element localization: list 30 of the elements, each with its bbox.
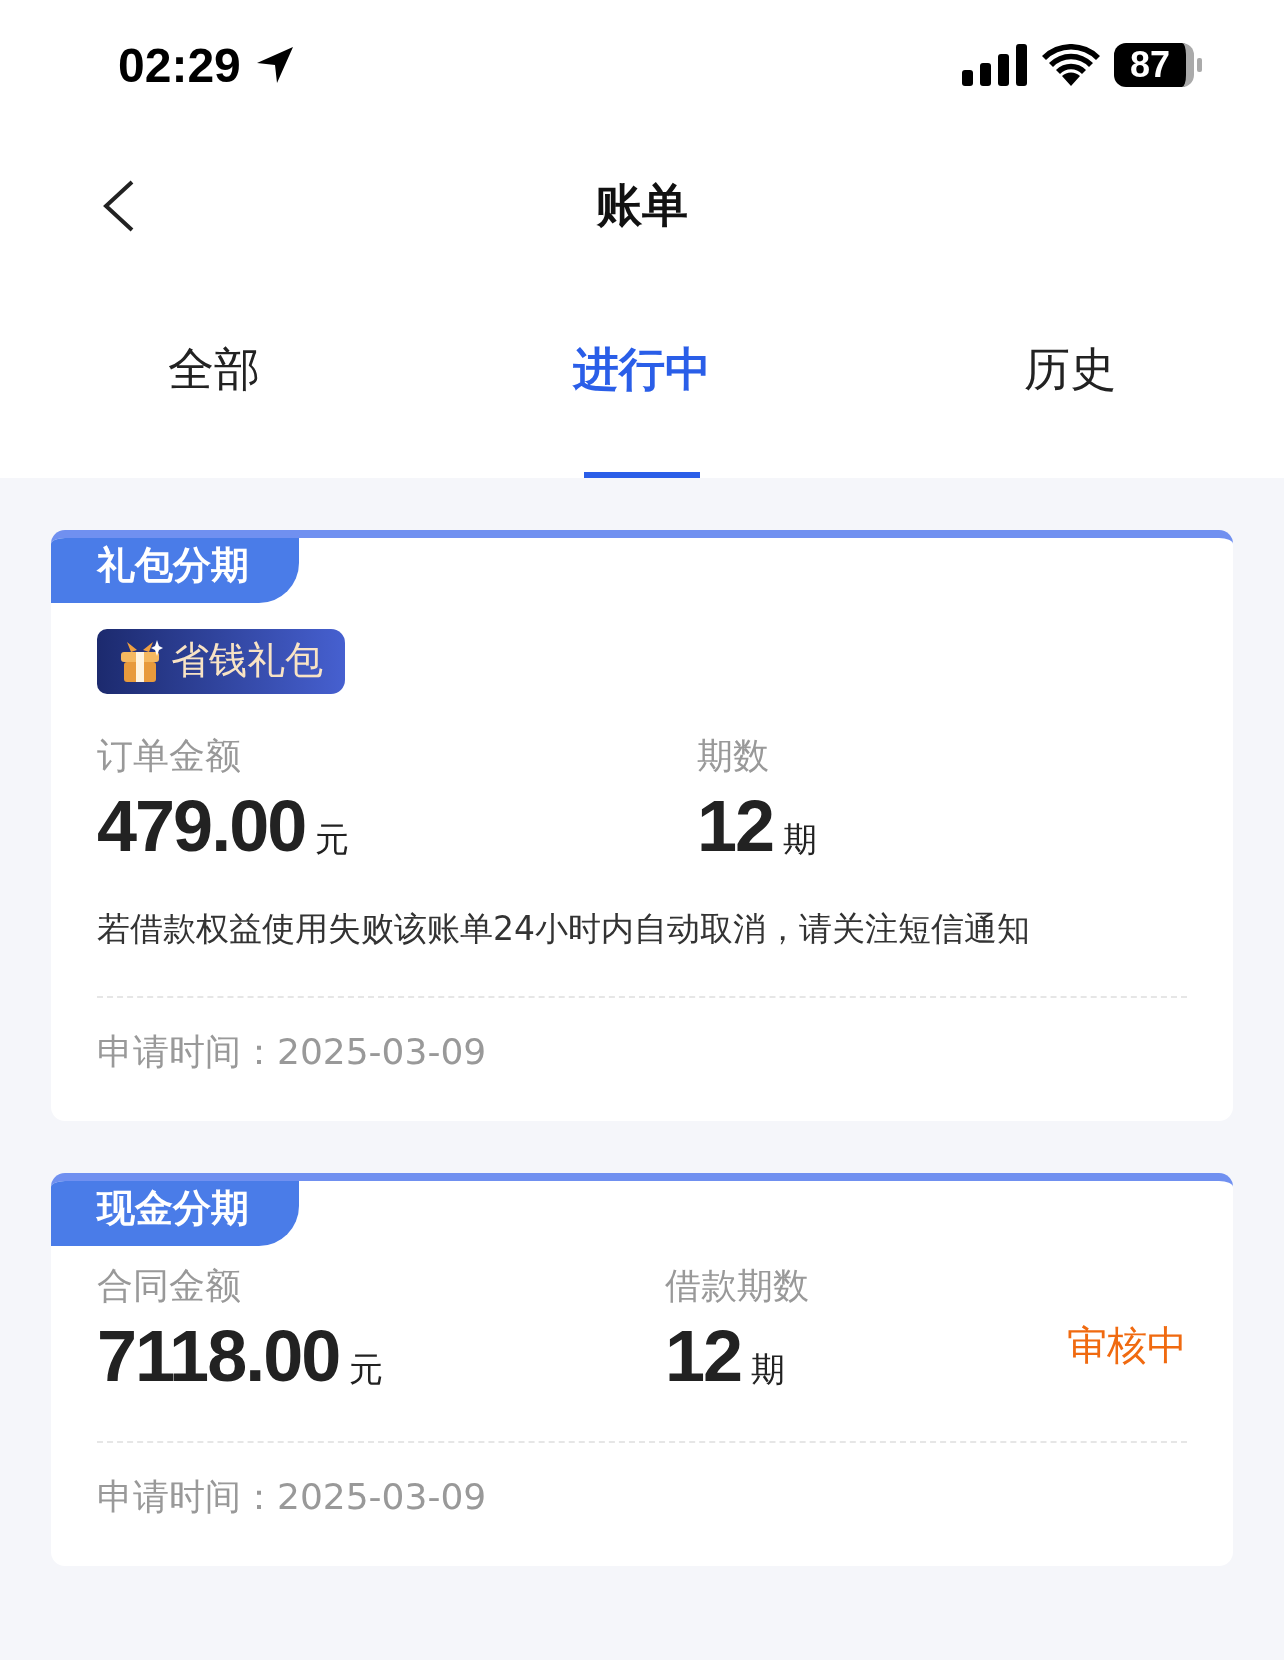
amount-label: 合同金额	[97, 1264, 242, 1308]
apply-date: 申请时间：2025-03-09	[97, 1475, 488, 1519]
notice-text: 若借款权益使用失败该账单24小时内自动取消，请关注短信通知	[97, 908, 1031, 950]
term-value: 12	[665, 1315, 742, 1397]
term-unit: 期	[751, 1348, 786, 1391]
category-tag: 礼包分期	[51, 538, 299, 603]
bill-card[interactable]: 礼包分期 省钱礼包 订单金额 479.00 元 期数 12 期 若借款权益使用失败该账单24小时内自动取消，请关注短信通知 申请时间：2025-03-09	[51, 530, 1233, 1121]
term-unit: 期	[783, 818, 818, 861]
signal-icon	[962, 44, 1028, 86]
term-value: 12	[697, 785, 774, 867]
currency-unit: 元	[349, 1348, 384, 1391]
amount-value: 479.00	[97, 785, 306, 867]
term-label: 期数	[697, 734, 770, 778]
tab[interactable]: 全部	[0, 262, 428, 478]
term-label: 借款期数	[665, 1264, 810, 1308]
wifi-icon	[1042, 44, 1100, 86]
apply-date: 申请时间：2025-03-09	[97, 1030, 488, 1074]
badge-label: 省钱礼包	[171, 637, 323, 684]
tab[interactable]: 进行中	[428, 262, 856, 478]
page-title: 账单	[596, 177, 688, 234]
amount-value: 7118.00	[97, 1315, 340, 1397]
status-time: 02:29	[118, 37, 241, 93]
category-tag: 现金分期	[51, 1181, 299, 1246]
bill-card[interactable]: 现金分期 合同金额 7118.00 元 借款期数 12 期 审核中 申请时间：2025-03-09	[51, 1173, 1233, 1566]
amount-label: 订单金额	[97, 734, 242, 778]
tab[interactable]: 历史	[856, 262, 1284, 478]
battery-indicator: 87	[1114, 43, 1194, 87]
battery-tip-icon	[1197, 58, 1202, 72]
currency-unit: 元	[315, 818, 350, 861]
review-status: 审核中	[1067, 1321, 1187, 1370]
